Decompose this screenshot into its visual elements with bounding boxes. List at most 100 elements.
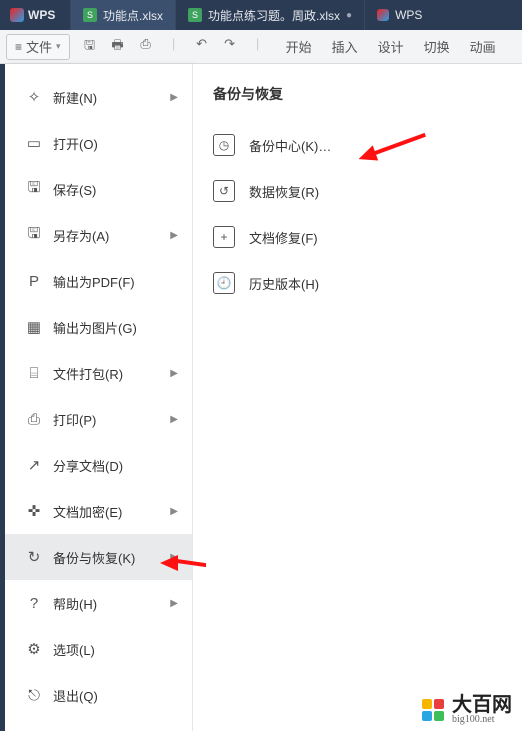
- options-icon: ⚙: [23, 640, 45, 658]
- file-menu-label: 新建(N): [53, 88, 97, 107]
- pack-icon: ⌸: [23, 365, 45, 382]
- file-menu-item-share[interactable]: ↗ 分享文档(D): [5, 442, 192, 488]
- watermark-url: big100.net: [452, 715, 512, 725]
- app-logo: WPS: [0, 8, 70, 22]
- open-icon: ▭: [23, 134, 45, 152]
- backup-item-repair[interactable]: + 文档修复(F): [207, 214, 508, 260]
- chevron-right-icon: ▶: [170, 230, 178, 241]
- chevron-down-icon: ▾: [56, 41, 61, 52]
- saveas-icon: 🖫: [23, 223, 45, 248]
- file-menu-label: 打印(P): [53, 410, 96, 429]
- backup-item-label: 备份中心(K)…: [249, 136, 331, 155]
- titlebar: WPS S 功能点.xlsx S 功能点练习题。周政.xlsx ● WPS: [0, 0, 522, 30]
- app-name: WPS: [28, 8, 55, 22]
- encrypt-icon: ✜: [23, 502, 45, 520]
- file-menu-label: 帮助(H): [53, 594, 97, 613]
- chevron-right-icon: ▶: [170, 368, 178, 379]
- file-menu-item-new[interactable]: ✧ 新建(N) ▶: [5, 74, 192, 120]
- file-menu-label: 输出为图片(G): [53, 318, 137, 337]
- file-menu-label: 文件打包(R): [53, 364, 123, 383]
- print-icon: ⎙: [23, 411, 45, 428]
- file-menu-label: 打开(O): [53, 134, 98, 153]
- doc-tab-1[interactable]: S 功能点练习题。周政.xlsx ●: [175, 0, 364, 30]
- file-menu-label: 文件: [26, 37, 52, 56]
- ribbon-tab-start[interactable]: 开始: [286, 37, 312, 56]
- ribbon-tab-switch[interactable]: 切换: [424, 37, 450, 56]
- doc-tab-0[interactable]: S 功能点.xlsx: [70, 0, 175, 30]
- file-menu-item-pack[interactable]: ⌸ 文件打包(R) ▶: [5, 350, 192, 396]
- backup-subpanel: 备份与恢复 ◷ 备份中心(K)… ↺ 数据恢复(R) + 文档修复(F) 🕘 历史版本(H): [193, 64, 522, 731]
- chevron-right-icon: ▶: [170, 506, 178, 517]
- sheet-icon: S: [83, 8, 97, 22]
- save-icon: 🖫: [23, 177, 45, 202]
- quick-access: 🖫 🖶 ⎙ | ↶ ↷ |: [70, 36, 278, 58]
- file-menu-label: 退出(Q): [53, 686, 98, 705]
- ribbon-tab-design[interactable]: 设计: [378, 37, 404, 56]
- watermark-logo-icon: [422, 699, 444, 721]
- center-icon: ◷: [213, 134, 235, 156]
- file-menu-item-encrypt[interactable]: ✜ 文档加密(E) ▶: [5, 488, 192, 534]
- separator: |: [250, 36, 266, 58]
- doc-tab-label: 功能点练习题。周政.xlsx: [208, 7, 340, 24]
- file-menu-label: 输出为PDF(F): [53, 272, 135, 291]
- watermark-name: 大百网: [452, 695, 512, 715]
- image-icon: ▦: [23, 318, 45, 336]
- ribbon-tabs: 开始 插入 设计 切换 动画: [278, 37, 496, 56]
- undo-icon[interactable]: ↶: [194, 36, 210, 58]
- pdf-icon: P: [23, 273, 45, 290]
- wps-icon: [377, 9, 389, 21]
- annotation-arrow: [160, 555, 178, 571]
- doc-tab-label: WPS: [395, 8, 422, 22]
- backup-item-center[interactable]: ◷ 备份中心(K)…: [207, 122, 508, 168]
- backup-item-label: 历史版本(H): [249, 274, 319, 293]
- file-menu-item-open[interactable]: ▭ 打开(O): [5, 120, 192, 166]
- backup-item-history[interactable]: 🕘 历史版本(H): [207, 260, 508, 306]
- tab-close-icon[interactable]: ●: [346, 10, 352, 21]
- ribbon-tab-anim[interactable]: 动画: [470, 37, 496, 56]
- doc-tab-2[interactable]: WPS: [364, 0, 434, 30]
- wps-icon: [10, 8, 24, 22]
- chevron-right-icon: ▶: [170, 414, 178, 425]
- redo-icon[interactable]: ↷: [222, 36, 238, 58]
- file-menu-label: 分享文档(D): [53, 456, 123, 475]
- burger-icon: ≡: [15, 40, 22, 54]
- watermark: 大百网 big100.net: [422, 695, 512, 725]
- save-icon[interactable]: 🖫: [82, 36, 98, 58]
- recover-icon: ↺: [213, 180, 235, 202]
- file-menu-item-help[interactable]: ? 帮助(H) ▶: [5, 580, 192, 626]
- file-menu-label: 备份与恢复(K): [53, 548, 135, 567]
- doc-tab-label: 功能点.xlsx: [103, 7, 163, 24]
- backup-icon: ↻: [23, 548, 45, 566]
- separator: |: [166, 36, 182, 58]
- sheet-icon: S: [188, 8, 202, 22]
- history-icon: 🕘: [213, 272, 235, 294]
- chevron-right-icon: ▶: [170, 92, 178, 103]
- backup-item-recover[interactable]: ↺ 数据恢复(R): [207, 168, 508, 214]
- file-menu-item-exit[interactable]: ⎋ 退出(Q): [5, 672, 192, 718]
- repair-icon: +: [213, 226, 235, 248]
- share-icon: ↗: [23, 456, 45, 474]
- print-preview-icon[interactable]: 🖶: [110, 36, 126, 58]
- file-menu-label: 保存(S): [53, 180, 96, 199]
- print-icon[interactable]: ⎙: [138, 36, 154, 58]
- file-menu: ✧ 新建(N) ▶ ▭ 打开(O) 🖫 保存(S) 🖫 另存为(A) ▶ P 输出为PDF(F) ▦ 输出…: [5, 64, 193, 731]
- backup-item-label: 文档修复(F): [249, 228, 318, 247]
- toolbar: ≡ 文件 ▾ 🖫 🖶 ⎙ | ↶ ↷ | 开始 插入 设计 切换 动画: [0, 30, 522, 64]
- file-menu-item-save[interactable]: 🖫 保存(S): [5, 166, 192, 212]
- ribbon-tab-insert[interactable]: 插入: [332, 37, 358, 56]
- file-menu-label: 选项(L): [53, 640, 95, 659]
- file-menu-item-pdf[interactable]: P 输出为PDF(F): [5, 258, 192, 304]
- file-menu-button[interactable]: ≡ 文件 ▾: [6, 34, 70, 60]
- file-menu-item-saveas[interactable]: 🖫 另存为(A) ▶: [5, 212, 192, 258]
- chevron-right-icon: ▶: [170, 598, 178, 609]
- file-menu-item-options[interactable]: ⚙ 选项(L): [5, 626, 192, 672]
- help-icon: ?: [23, 595, 45, 612]
- new-icon: ✧: [23, 88, 45, 106]
- file-menu-label: 文档加密(E): [53, 502, 122, 521]
- exit-icon: ⎋: [23, 687, 45, 704]
- backup-item-label: 数据恢复(R): [249, 182, 319, 201]
- file-menu-item-image[interactable]: ▦ 输出为图片(G): [5, 304, 192, 350]
- subpanel-title: 备份与恢复: [207, 84, 508, 104]
- file-menu-label: 另存为(A): [53, 226, 109, 245]
- file-menu-item-print[interactable]: ⎙ 打印(P) ▶: [5, 396, 192, 442]
